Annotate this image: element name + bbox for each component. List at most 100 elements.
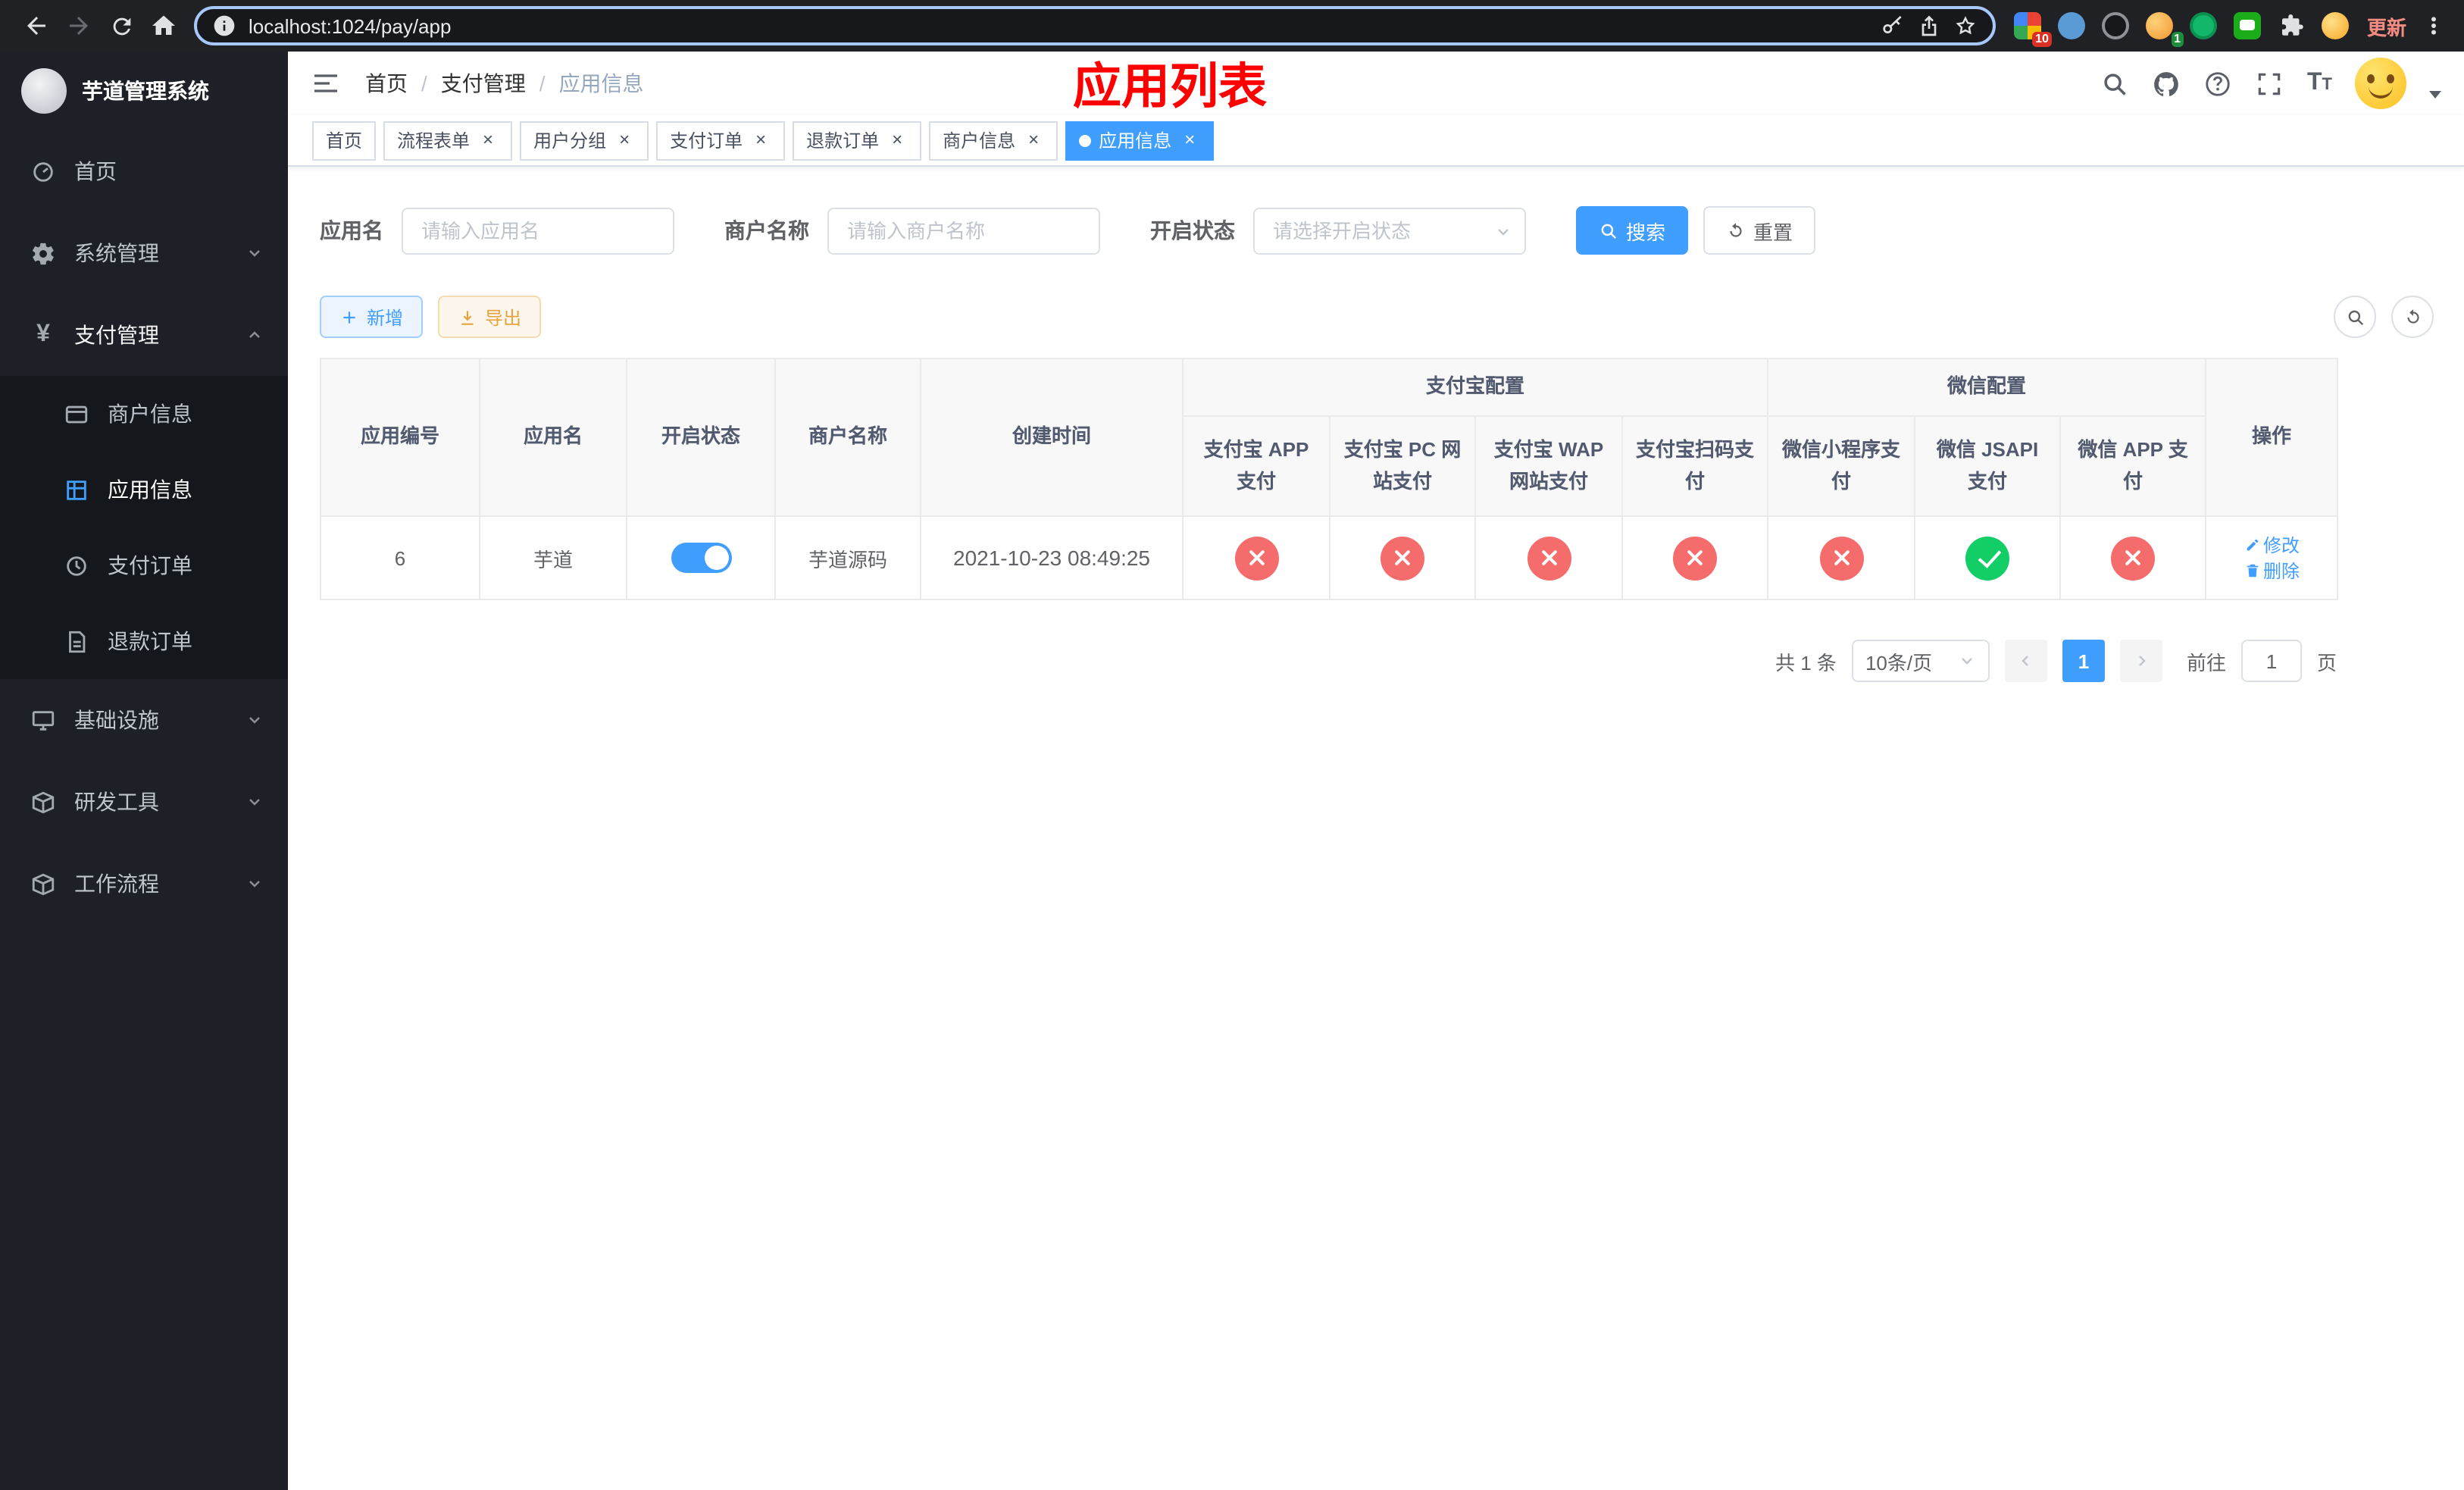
breadcrumb: 首页 / 支付管理 / 应用信息: [365, 68, 644, 99]
gear-icon: [30, 240, 56, 266]
sidebar-item-workflow[interactable]: 工作流程: [0, 843, 288, 925]
search-button[interactable]: 搜索: [1576, 206, 1689, 255]
browser-reload-button[interactable]: [100, 5, 142, 47]
user-avatar[interactable]: [2355, 58, 2406, 109]
tab-refund-orders[interactable]: 退款订单: [793, 121, 922, 160]
export-button[interactable]: 导出: [438, 296, 542, 338]
sidebar-item-label: 支付管理: [74, 323, 159, 347]
address-bar[interactable]: localhost:1024/pay/app: [194, 6, 1996, 45]
browser-home-button[interactable]: [142, 5, 185, 47]
app-logo: [21, 68, 67, 114]
delete-link[interactable]: 删除: [2244, 558, 2300, 584]
next-page-button[interactable]: [2119, 640, 2162, 682]
alipay-pc-status-icon: [1381, 536, 1424, 580]
tags-view-bar: 首页 流程表单 用户分组 支付订单 退款订单 商户信息 应用信息: [288, 115, 2464, 167]
password-key-icon[interactable]: [1881, 14, 1905, 38]
sidebar-item-infrastructure[interactable]: 基础设施: [0, 679, 288, 761]
bookmark-star-icon[interactable]: [1953, 14, 1978, 38]
status-select[interactable]: [1253, 207, 1526, 254]
tab-app-info[interactable]: 应用信息: [1065, 121, 1215, 160]
browser-menu-icon[interactable]: [2419, 11, 2449, 41]
browser-back-button[interactable]: [15, 5, 58, 47]
close-icon[interactable]: [1179, 130, 1200, 151]
close-icon[interactable]: [750, 130, 771, 151]
app-table: 应用编号 应用名 开启状态 商户名称 创建时间 支付宝配置 微信配置 操作 支付…: [320, 358, 2339, 600]
extension-icon[interactable]: 1: [2145, 12, 2184, 47]
app-name-input[interactable]: [402, 207, 674, 254]
search-icon[interactable]: [2101, 69, 2130, 98]
chrome-update-button[interactable]: 更新: [2367, 11, 2406, 40]
sidebar-item-app-info[interactable]: 应用信息: [0, 452, 288, 527]
site-info-icon[interactable]: [212, 14, 236, 38]
tab-process-form[interactable]: 流程表单: [383, 121, 513, 160]
sidebar-item-pay-orders[interactable]: 支付订单: [0, 527, 288, 603]
sidebar-item-dev-tools[interactable]: 研发工具: [0, 761, 288, 843]
close-icon[interactable]: [1023, 130, 1044, 151]
header-actions: TT: [2101, 58, 2441, 109]
page-size-select[interactable]: 10条/页: [1851, 640, 1990, 682]
breadcrumb-payment[interactable]: 支付管理: [441, 68, 526, 99]
chevron-left-icon: [2017, 652, 2035, 670]
sidebar-item-label: 基础设施: [74, 708, 159, 732]
add-button[interactable]: 新增: [320, 296, 424, 338]
browser-forward-button[interactable]: [58, 5, 100, 47]
close-icon[interactable]: [477, 130, 499, 151]
tab-home[interactable]: 首页: [312, 121, 377, 160]
extension-icon[interactable]: [2101, 12, 2129, 39]
dashboard-icon: [30, 158, 56, 184]
fullscreen-icon[interactable]: [2256, 69, 2284, 98]
status-toggle[interactable]: [671, 543, 731, 573]
chevron-down-icon: [245, 711, 264, 729]
col-app-name: 应用名: [479, 358, 627, 517]
merchant-name-input[interactable]: [827, 207, 1100, 254]
col-merchant: 商户名称: [774, 358, 921, 517]
col-alipay-wap: 支付宝 WAP 网站支付: [1474, 415, 1623, 517]
cell-created: 2021-10-23 08:49:25: [920, 515, 1184, 600]
edit-icon: [2244, 537, 2260, 553]
col-alipay-qr: 支付宝扫码支付: [1621, 415, 1769, 517]
browser-profile-avatar[interactable]: [2321, 12, 2349, 39]
extension-icon[interactable]: [2189, 12, 2217, 39]
goto-page-input[interactable]: [2240, 640, 2302, 682]
sidebar-item-system[interactable]: 系统管理: [0, 212, 288, 294]
extension-icon[interactable]: [2233, 12, 2261, 39]
merchant-name-label: 商户名称: [724, 218, 809, 243]
cell-status: [626, 515, 776, 600]
edit-link[interactable]: 修改: [2244, 532, 2300, 558]
page-number-button[interactable]: 1: [2062, 640, 2105, 682]
github-icon[interactable]: [2153, 69, 2181, 98]
extensions-puzzle-icon[interactable]: [2278, 12, 2305, 39]
avatar-caret-icon[interactable]: [2429, 90, 2441, 98]
extension-icon[interactable]: 10: [2013, 12, 2052, 47]
tab-pay-orders[interactable]: 支付订单: [656, 121, 786, 160]
font-size-icon[interactable]: TT: [2307, 70, 2332, 95]
tab-user-group[interactable]: 用户分组: [520, 121, 649, 160]
trash-icon: [2244, 562, 2260, 579]
close-icon[interactable]: [614, 130, 635, 151]
wx-jsapi-status-icon: [1965, 536, 2010, 580]
refresh-table-button[interactable]: [2391, 296, 2434, 338]
sidebar-collapse-icon[interactable]: [311, 68, 341, 99]
reset-button[interactable]: 重置: [1703, 206, 1816, 255]
sidebar-item-refund-orders[interactable]: 退款订单: [0, 603, 288, 679]
help-icon[interactable]: [2204, 69, 2233, 98]
wx-lite-status-icon: [1819, 536, 1864, 580]
alipay-app-status-icon: [1234, 536, 1278, 580]
sidebar-item-label: 应用信息: [108, 477, 192, 502]
sidebar-item-home[interactable]: 首页: [0, 130, 288, 212]
toggle-search-button[interactable]: [2334, 296, 2376, 338]
payment-submenu: 商户信息 应用信息 支付订单 退款订单: [0, 376, 288, 679]
col-group-wechat: 微信配置: [1767, 358, 2207, 417]
extension-icon[interactable]: [2057, 12, 2085, 39]
tab-merchant-info[interactable]: 商户信息: [929, 121, 1058, 160]
chevron-down-icon: [1958, 652, 1976, 670]
extension-badge: 10: [2032, 32, 2052, 47]
sidebar-item-merchant-info[interactable]: 商户信息: [0, 376, 288, 452]
breadcrumb-home[interactable]: 首页: [365, 68, 408, 99]
share-icon[interactable]: [1917, 14, 1941, 38]
col-wx-jsapi: 微信 JSAPI 支付: [1914, 415, 2062, 517]
prev-page-button[interactable]: [2004, 640, 2047, 682]
sidebar-item-payment[interactable]: ¥ 支付管理: [0, 294, 288, 376]
plus-icon: [339, 307, 359, 327]
close-icon[interactable]: [886, 130, 908, 151]
